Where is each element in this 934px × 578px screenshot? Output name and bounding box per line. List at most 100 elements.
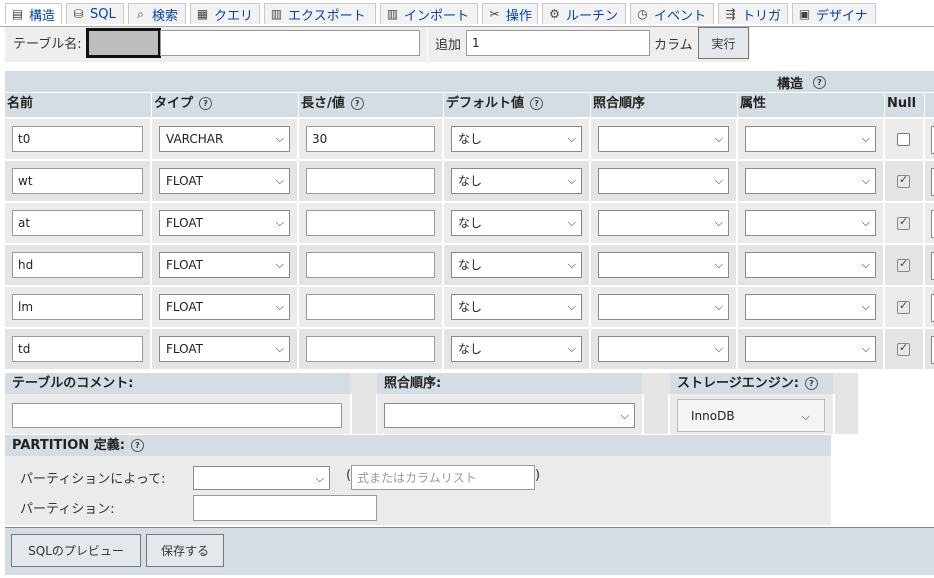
cell-null <box>885 203 925 243</box>
chevron-down-icon: ⌵ <box>620 409 629 422</box>
cell-length <box>299 161 444 201</box>
null-checkbox[interactable] <box>897 215 910 230</box>
structure-icon: ▤ <box>11 6 24 21</box>
table-collation-select[interactable]: ⌵ <box>384 403 635 428</box>
cell-name: lm <box>5 287 152 327</box>
column-name-input[interactable]: wt <box>12 168 143 194</box>
chevron-down-icon: ⌵ <box>275 174 284 187</box>
column-length-input[interactable] <box>306 210 435 236</box>
table-name-input[interactable] <box>160 30 420 56</box>
column-length-input[interactable] <box>306 252 435 278</box>
divider <box>427 27 428 62</box>
column-type-select[interactable]: FLOAT ⌵ <box>159 210 290 236</box>
column-name-input[interactable]: at <box>12 210 143 236</box>
column-collation-select[interactable]: ⌵ <box>598 210 729 236</box>
help-icon[interactable]: ? <box>199 97 213 110</box>
chevron-down-icon: ⌵ <box>315 472 324 485</box>
partition-expression-input[interactable]: 式またはカラムリスト <box>351 465 535 490</box>
tab-query[interactable]: ▦ クエリ <box>190 3 260 24</box>
null-checkbox[interactable] <box>897 341 910 356</box>
column-default-select[interactable]: なし ⌵ <box>451 126 582 152</box>
tab-label: ルーチン <box>566 8 619 24</box>
column-name-input[interactable]: t0 <box>12 126 143 152</box>
export-icon: ▥ <box>270 6 283 21</box>
table-comment-input[interactable] <box>12 403 342 428</box>
add-columns-input[interactable]: 1 <box>466 30 650 56</box>
tab-operations[interactable]: ✂ 操作 <box>482 3 538 24</box>
field-value: at <box>18 216 31 230</box>
column-collation-select[interactable]: ⌵ <box>598 336 729 362</box>
column-attributes-select[interactable]: ⌵ <box>745 210 876 236</box>
column-default-select[interactable]: なし ⌵ <box>451 210 582 236</box>
cell-name: wt <box>5 161 152 201</box>
column-name-input[interactable]: td <box>12 336 143 362</box>
column-default-select[interactable]: なし ⌵ <box>451 294 582 320</box>
field-value: なし <box>458 258 483 272</box>
column-default-select[interactable]: なし ⌵ <box>451 336 582 362</box>
save-button[interactable]: 保存する <box>146 534 224 567</box>
cell-attributes: ⌵ <box>738 119 885 159</box>
help-icon[interactable]: ? <box>530 97 544 110</box>
column-default-select[interactable]: なし ⌵ <box>451 168 582 194</box>
chevron-down-icon: ⌵ <box>275 216 284 229</box>
null-checkbox[interactable] <box>897 173 910 188</box>
tab-export[interactable]: ▥ エクスポート <box>264 3 376 24</box>
help-icon[interactable]: ? <box>813 76 826 89</box>
tab-triggers[interactable]: ⇶ トリガ <box>718 3 788 24</box>
column-default-select[interactable]: なし ⌵ <box>451 252 582 278</box>
column-attributes-select[interactable]: ⌵ <box>745 168 876 194</box>
cell-null <box>885 287 925 327</box>
column-length-input[interactable] <box>306 294 435 320</box>
storage-engine-select[interactable]: InnoDB ⌵ <box>677 399 825 432</box>
column-collation-select[interactable]: ⌵ <box>598 126 729 152</box>
column-name-input[interactable]: lm <box>12 294 143 320</box>
chevron-down-icon: ⌵ <box>567 258 576 271</box>
tab-search[interactable]: ⌕ 検索 <box>128 3 186 24</box>
cell-default: なし ⌵ <box>444 245 591 285</box>
column-attributes-select[interactable]: ⌵ <box>745 294 876 320</box>
column-collation-select[interactable]: ⌵ <box>598 168 729 194</box>
tab-label: トリガ <box>742 8 782 24</box>
column-attributes-select[interactable]: ⌵ <box>745 126 876 152</box>
chevron-down-icon: ⌵ <box>567 342 576 355</box>
column-header-name: 名前 <box>5 93 152 117</box>
column-type-select[interactable]: VARCHAR ⌵ <box>159 126 290 152</box>
help-icon[interactable]: ? <box>130 439 144 452</box>
column-collation-select[interactable]: ⌵ <box>598 252 729 278</box>
header-label: 名前 <box>7 96 34 111</box>
structure-header-row: 名前 タイプ? 長さ/値? デフォルト値? 照合順序 属性 Null <box>5 93 934 117</box>
tab-events[interactable]: ◷ イベント <box>630 3 714 24</box>
designer-icon: ▣ <box>798 6 811 21</box>
tab-import[interactable]: ▥ インポート <box>380 3 478 24</box>
column-length-input[interactable] <box>306 168 435 194</box>
help-icon[interactable]: ? <box>804 377 818 390</box>
column-length-input[interactable] <box>306 336 435 362</box>
column-attributes-select[interactable]: ⌵ <box>745 336 876 362</box>
partition-by-select[interactable]: ⌵ <box>193 466 330 490</box>
column-type-select[interactable]: FLOAT ⌵ <box>159 168 290 194</box>
column-type-select[interactable]: FLOAT ⌵ <box>159 336 290 362</box>
tab-routines[interactable]: ⚙ ルーチン <box>542 3 626 24</box>
field-value: VARCHAR <box>166 132 224 146</box>
tab-structure[interactable]: ▤ 構造 <box>5 3 62 24</box>
column-name-input[interactable]: hd <box>12 252 143 278</box>
placeholder-text: 式またはカラムリスト <box>357 471 477 485</box>
partitions-count-input[interactable] <box>193 495 377 521</box>
tab-label: デザイナ <box>816 8 868 24</box>
null-checkbox[interactable] <box>897 133 910 146</box>
column-length-input[interactable]: 30 <box>306 126 435 152</box>
help-icon[interactable]: ? <box>350 97 364 110</box>
column-collation-select[interactable]: ⌵ <box>598 294 729 320</box>
sql-preview-button[interactable]: SQLのプレビュー <box>11 534 141 567</box>
cell-attributes: ⌵ <box>738 245 885 285</box>
column-type-select[interactable]: FLOAT ⌵ <box>159 294 290 320</box>
table-row: wt FLOAT ⌵ なし ⌵ ⌵ ⌵ <box>5 161 934 201</box>
column-type-select[interactable]: FLOAT ⌵ <box>159 252 290 278</box>
tab-designer[interactable]: ▣ デザイナ <box>792 3 876 24</box>
tab-sql[interactable]: ⛁ SQL <box>66 3 124 24</box>
null-checkbox[interactable] <box>897 299 910 314</box>
null-checkbox[interactable] <box>897 257 910 272</box>
field-value: FLOAT <box>166 300 204 314</box>
column-attributes-select[interactable]: ⌵ <box>745 252 876 278</box>
go-button[interactable]: 実行 <box>698 27 749 59</box>
